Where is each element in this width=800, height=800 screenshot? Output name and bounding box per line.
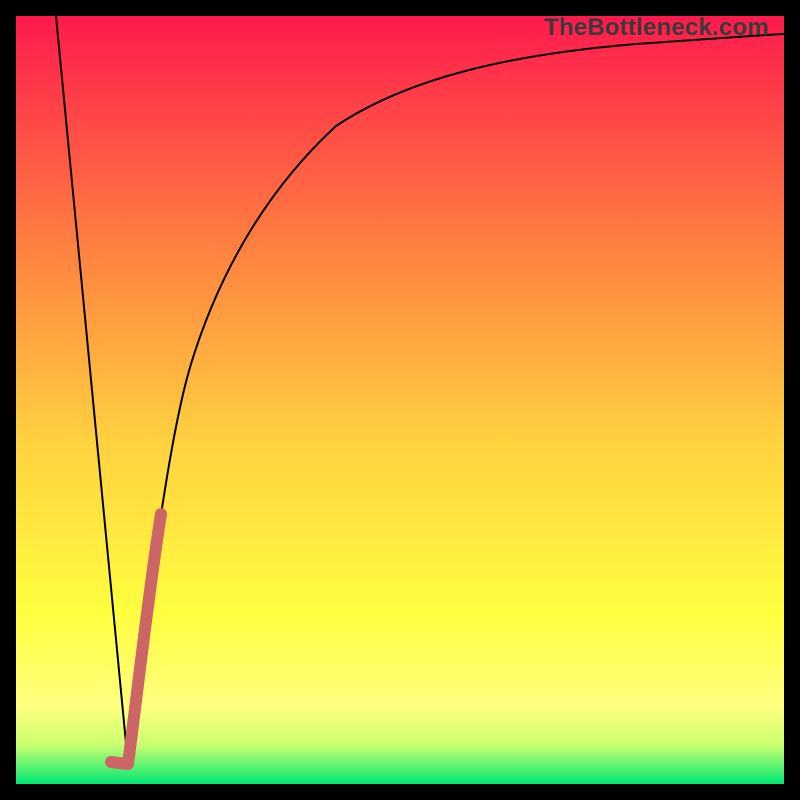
watermark-text: TheBottleneck.com xyxy=(544,14,769,42)
gradient-background xyxy=(16,16,784,784)
chart-svg xyxy=(16,16,784,784)
chart-frame: TheBottleneck.com xyxy=(16,16,784,784)
